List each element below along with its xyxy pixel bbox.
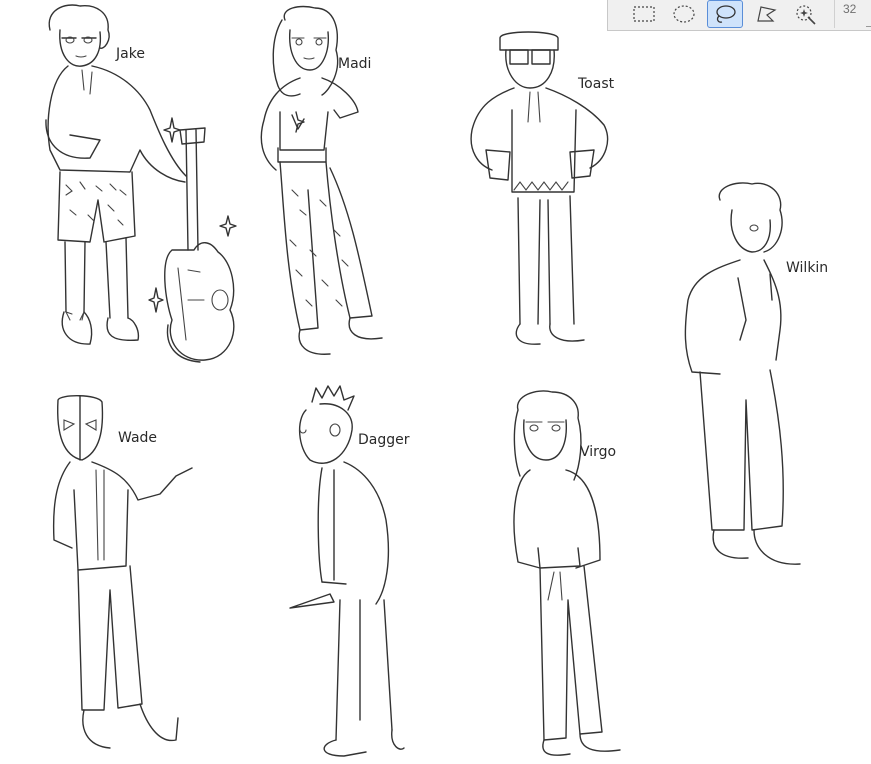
- polygon-lasso-tool[interactable]: [748, 0, 784, 28]
- character-sketch-dagger: Dagger: [289, 385, 410, 757]
- label-toast: Toast: [577, 76, 615, 92]
- rectangle-select-tool[interactable]: [626, 0, 662, 28]
- drawing-canvas[interactable]: Jake Madi Toast Wilkin Wade Dagger Virgo: [0, 0, 871, 764]
- character-sketch-wilkin: Wilkin: [684, 182, 828, 565]
- lasso-select-icon: [716, 5, 736, 23]
- label-madi: Madi: [338, 56, 371, 72]
- magic-wand-select-tool[interactable]: [788, 0, 824, 28]
- label-dagger: Dagger: [358, 432, 410, 448]
- brush-size-value[interactable]: 32: [843, 2, 856, 16]
- rectangle-select-icon: [633, 6, 655, 22]
- label-wade: Wade: [118, 430, 157, 446]
- label-wilkin: Wilkin: [786, 260, 828, 276]
- ellipse-select-icon: [673, 5, 695, 23]
- polygon-lasso-icon: [757, 6, 777, 22]
- label-jake: Jake: [115, 46, 145, 62]
- character-sketch-toast: Toast: [470, 31, 615, 345]
- ellipse-select-tool[interactable]: [666, 0, 702, 28]
- character-sketch-jake: Jake: [45, 4, 237, 363]
- selection-toolbar: 32: [607, 0, 871, 31]
- resize-grip[interactable]: [866, 20, 871, 27]
- lasso-select-tool[interactable]: [707, 0, 743, 28]
- label-virgo: Virgo: [580, 444, 616, 460]
- character-sketch-virgo: Virgo: [513, 390, 621, 756]
- character-sketch-wade: Wade: [52, 395, 193, 749]
- magic-wand-select-icon: [796, 5, 816, 25]
- character-sketch-madi: Madi: [260, 5, 383, 355]
- toolbar-separator: [834, 0, 835, 28]
